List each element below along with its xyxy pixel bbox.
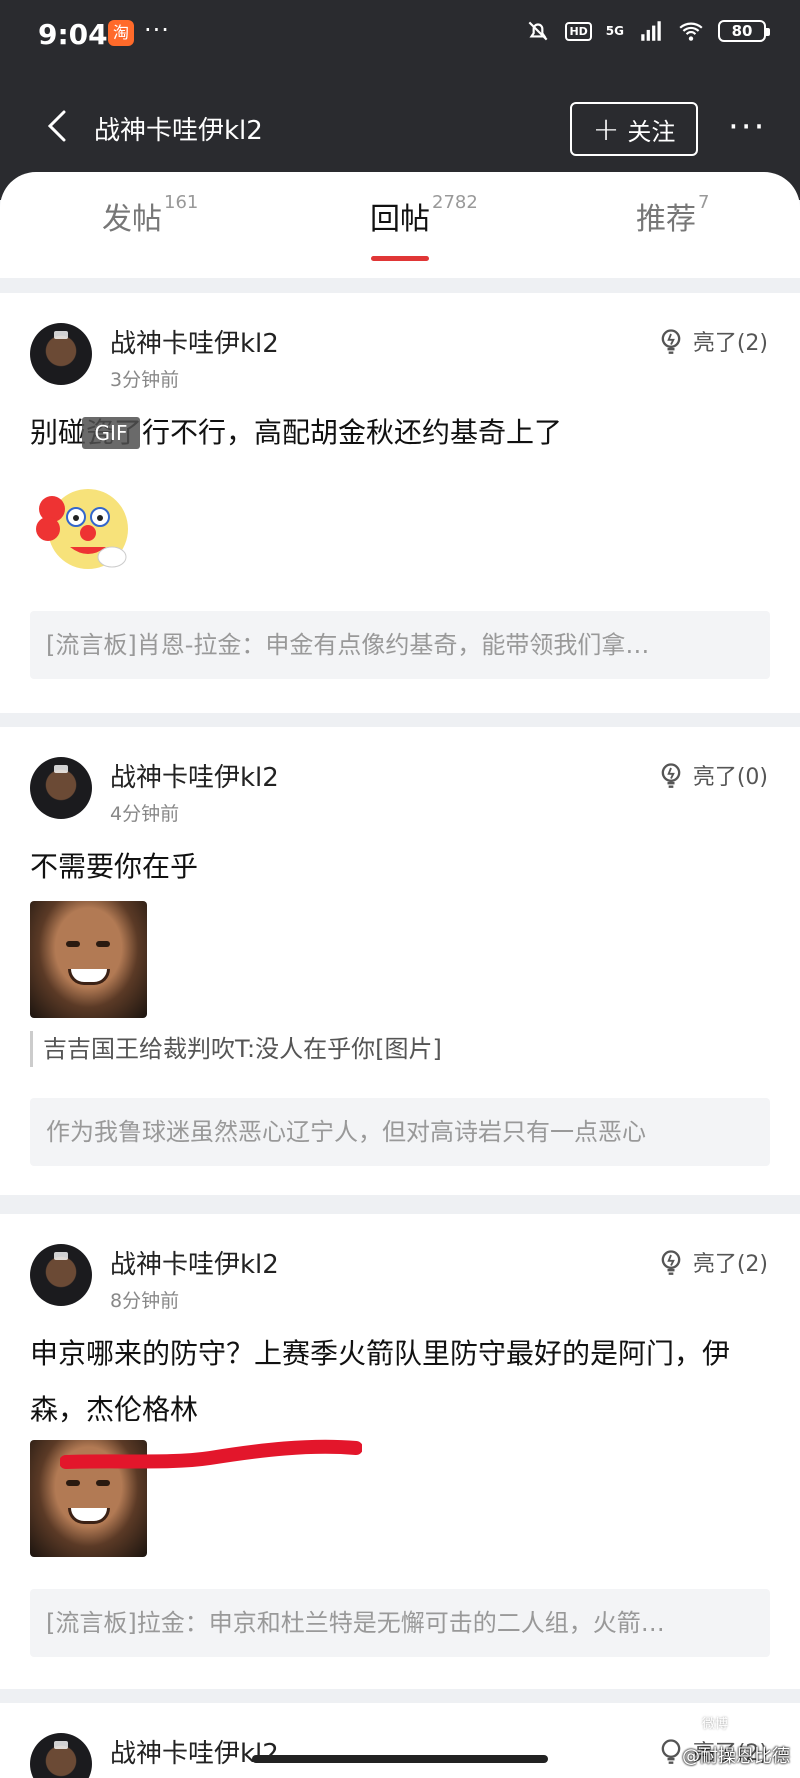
tab-recommended-count: 7	[698, 192, 710, 213]
taobao-app-icon: 淘	[108, 20, 134, 46]
home-indicator[interactable]	[252, 1755, 548, 1763]
reply-card[interactable]: 战神卡哇伊kl2 3分钟前 亮了(2) 别碰瓷了行不行，高配胡金秋还约基奇上了 …	[0, 293, 800, 713]
light-up-button[interactable]: 亮了(0)	[657, 759, 768, 791]
username[interactable]: 战神卡哇伊kl2	[110, 323, 279, 360]
network-5g-icon: 5G	[605, 24, 624, 38]
quoted-reply[interactable]: 吉吉国王给裁判吹T:没人在乎你[图片]	[30, 1031, 442, 1067]
like-count: 亮了(0)	[692, 765, 768, 790]
post-content: 不需要你在乎	[30, 850, 199, 883]
reply-card[interactable]: 战神卡哇伊kl2 亮了(2)	[0, 1703, 800, 1778]
post-content: 别碰瓷了行不行，高配胡金秋还约基奇上了	[30, 416, 563, 449]
plus-icon: +	[592, 110, 620, 148]
status-time: 9:04	[38, 18, 108, 51]
avatar[interactable]	[30, 757, 92, 819]
tab-replies-count: 2782	[432, 192, 478, 213]
tab-posts-label: 发帖	[102, 202, 162, 237]
reply-card[interactable]: 战神卡哇伊kl2 4分钟前 亮了(0) 不需要你在乎 吉吉国王给裁判吹T:没人在…	[0, 727, 800, 1195]
post-time: 3分钟前	[110, 369, 180, 391]
status-bar: 9:04 淘 ··· HD 5G 80	[0, 0, 800, 70]
status-icons: HD 5G 80	[525, 18, 770, 44]
page-title: 战神卡哇伊kl2	[94, 116, 263, 146]
wifi-icon	[679, 22, 703, 41]
follow-button[interactable]: + 关注	[570, 102, 698, 156]
post-content: 申京哪来的防守？上赛季火箭队里防守最好的是阿门，伊森，杰伦格林	[30, 1337, 731, 1426]
signal-icon	[641, 21, 661, 41]
tab-posts[interactable]: 发帖 161	[102, 192, 199, 238]
username[interactable]: 战神卡哇伊kl2	[110, 1733, 279, 1770]
tab-replies[interactable]: 回帖 2782	[370, 192, 478, 238]
light-up-button[interactable]: 亮了(2)	[657, 1246, 768, 1278]
like-count: 亮了(2)	[692, 331, 768, 356]
tab-bar: 发帖 161 回帖 2782 推荐 7	[0, 172, 800, 278]
source-post-link[interactable]: 作为我鲁球迷虽然恶心辽宁人，但对高诗岩只有一点恶心	[30, 1098, 770, 1166]
nav-bar: 战神卡哇伊kl2 + 关注 ···	[0, 90, 800, 170]
mute-bell-icon	[529, 21, 548, 41]
battery-indicator: 80	[718, 20, 770, 42]
gif-badge: GIF	[82, 417, 140, 449]
hd-icon: HD	[565, 21, 592, 41]
post-time: 8分钟前	[110, 1290, 180, 1312]
source-post-link[interactable]: [流言板]拉金：申京和杜兰特是无懈可击的二人组，火箭…	[30, 1589, 770, 1657]
watermark-text: @耐操恩比德	[682, 1746, 790, 1767]
active-tab-indicator	[371, 256, 429, 261]
tab-posts-count: 161	[164, 192, 199, 213]
lightbulb-icon	[661, 763, 681, 788]
avatar[interactable]	[30, 323, 92, 385]
like-count: 亮了(2)	[692, 1252, 768, 1277]
post-time: 4分钟前	[110, 803, 180, 825]
status-more-dots: ···	[144, 16, 170, 44]
weibo-logo-watermark: 微博	[682, 1712, 748, 1738]
avatar[interactable]	[30, 1733, 92, 1778]
lightbulb-icon	[661, 1250, 681, 1275]
light-up-button[interactable]: 亮了(2)	[657, 325, 768, 357]
clown-emoji-gif[interactable]	[30, 473, 140, 583]
source-post-link[interactable]: [流言板]肖恩-拉金：申金有点像约基奇，能带领我们拿…	[30, 611, 770, 679]
back-arrow-icon[interactable]	[40, 106, 76, 146]
lightbulb-icon	[661, 1739, 681, 1764]
app-header: 9:04 淘 ··· HD 5G 80 战神卡哇伊kl2 + 关注 ···	[0, 0, 800, 200]
tab-recommended[interactable]: 推荐 7	[636, 192, 710, 238]
lightbulb-icon	[661, 329, 681, 354]
meme-image[interactable]	[30, 901, 147, 1018]
follow-label: 关注	[627, 117, 676, 146]
avatar[interactable]	[30, 1244, 92, 1306]
red-scribble-mark	[60, 1439, 362, 1469]
username[interactable]: 战神卡哇伊kl2	[110, 757, 279, 794]
more-options-icon[interactable]: ···	[728, 110, 766, 144]
tab-recommended-label: 推荐	[636, 202, 696, 237]
tab-replies-label: 回帖	[370, 202, 430, 237]
username[interactable]: 战神卡哇伊kl2	[110, 1244, 279, 1281]
